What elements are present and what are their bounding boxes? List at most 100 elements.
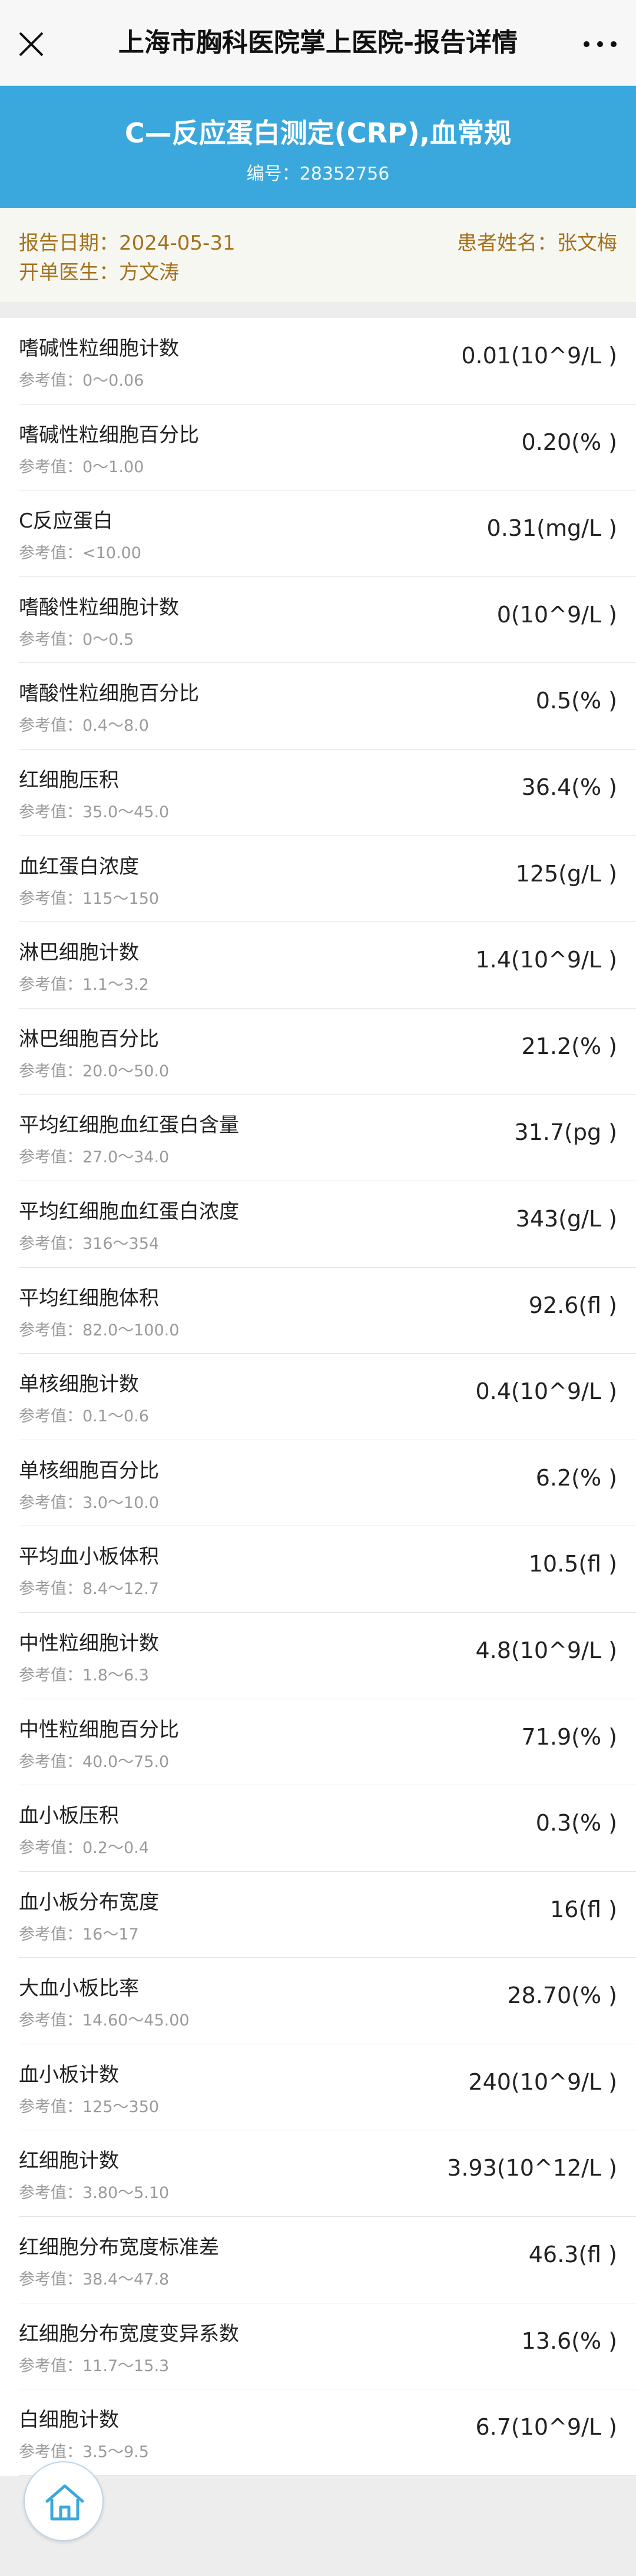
close-icon[interactable]: [15, 28, 47, 60]
result-item: 淋巴细胞计数参考值：1.1～3.2 1.4(10^9/L ): [19, 922, 636, 1009]
result-item: 淋巴细胞百分比参考值：20.0～50.0 21.2(% ): [19, 1009, 636, 1095]
result-item: 单核细胞计数参考值：0.1～0.6 0.4(10^9/L ): [19, 1354, 636, 1440]
item-reference: 参考值：1.1～3.2: [19, 976, 149, 994]
report-date: 报告日期：2024-05-31: [19, 231, 236, 255]
item-value: 36.4(% ): [521, 774, 617, 800]
item-value: 3.93(10^12/L ): [447, 2155, 617, 2182]
result-item: 白细胞计数 参考值：3.5～9.5 6.7(10^9/L ): [19, 2389, 636, 2476]
patient-name: 患者姓名：张文梅: [457, 231, 617, 255]
item-name: 单核细胞百分比: [19, 1458, 159, 1483]
result-item: 中性粒细胞计数参考值：1.8～6.3 4.8(10^9/L ): [19, 1613, 636, 1699]
item-value: 0.20(% ): [521, 429, 617, 455]
item-value: 13.6(% ): [521, 2328, 617, 2354]
item-reference: 参考值：27.0～34.0: [19, 1148, 170, 1167]
result-item: 嗜碱性粒细胞计数参考值：0～0.06 0.01(10^9/L ): [19, 318, 636, 405]
item-name: 红细胞分布宽度标准差: [19, 2236, 219, 2260]
item-value: 31.7(pg ): [514, 1119, 617, 1146]
item-value: 0.4(10^9/L ): [475, 1378, 617, 1405]
result-item: 红细胞分布宽度标准差参考值：38.4～47.8 46.3(fl ): [19, 2217, 636, 2303]
home-icon: [45, 2484, 84, 2521]
item-reference: 参考值：20.0～50.0: [19, 1062, 170, 1080]
item-reference: 参考值：40.0～75.0: [19, 1752, 170, 1771]
result-item: 红细胞压积 参考值：35.0～45.0 36.4(% ): [19, 750, 636, 836]
item-reference: 参考值：1.8～6.3: [19, 1666, 149, 1685]
item-value: 1.4(10^9/L ): [475, 947, 617, 973]
item-name: 血小板计数: [19, 2063, 119, 2087]
page-title: 上海市胸科医院掌上医院-报告详情: [118, 28, 518, 58]
item-reference: 参考值：16～17: [19, 1925, 139, 1944]
item-reference: 参考值：0～0.06: [19, 372, 144, 390]
item-reference: 参考值：35.0～45.0: [19, 803, 170, 821]
ordering-doctor: 开单医生：方文涛: [19, 261, 179, 284]
item-reference: 参考值：3.0～10.0: [19, 1493, 160, 1512]
result-item: 嗜酸性粒细胞百分比参考值：0.4～8.0 0.5(% ): [19, 663, 636, 750]
item-value: 16(fl ): [549, 1896, 617, 1922]
item-name: 平均红细胞体积: [19, 1286, 159, 1310]
result-item: 平均血小板体积 参考值：8.4～12.7 10.5(fl ): [19, 1526, 636, 1613]
item-reference: 参考值：38.4～47.8: [19, 2270, 170, 2289]
item-name: 中性粒细胞计数: [19, 1631, 159, 1655]
item-name: 淋巴细胞百分比: [19, 1027, 159, 1051]
item-reference: 参考值：0.4～8.0: [19, 717, 149, 735]
item-name: 中性粒细胞百分比: [19, 1718, 179, 1742]
result-item: C反应蛋白 参考值：<10.00 0.31(mg/L ): [19, 490, 636, 577]
item-name: 红细胞分布宽度变异系数: [19, 2322, 239, 2346]
item-name: 平均红细胞血红蛋白浓度: [19, 1199, 239, 1224]
more-icon[interactable]: [579, 28, 621, 60]
item-name: 嗜酸性粒细胞百分比: [19, 682, 199, 706]
item-value: 0(10^9/L ): [496, 601, 617, 628]
item-name: 嗜碱性粒细胞百分比: [19, 423, 199, 447]
item-name: 平均血小板体积: [19, 1545, 159, 1569]
item-value: 0.3(% ): [535, 1810, 617, 1836]
result-item: 红细胞分布宽度变异系数 参考值：11.7～15.3 13.6(% ): [19, 2303, 636, 2390]
item-value: 240(10^9/L ): [468, 2068, 617, 2095]
result-item: 血小板计数参考值：125～350 240(10^9/L ): [19, 2044, 636, 2131]
item-reference: 参考值：14.60～45.00: [19, 2011, 190, 2030]
item-reference: 参考值：3.80～5.10: [19, 2184, 170, 2203]
item-name: 嗜酸性粒细胞计数: [19, 595, 179, 619]
result-list: 嗜碱性粒细胞计数参考值：0～0.06 0.01(10^9/L ) 嗜碱性粒细胞百分比…: [0, 318, 636, 2476]
item-name: 血红蛋白浓度: [19, 854, 139, 878]
item-reference: 参考值：316～354: [19, 1234, 160, 1253]
item-value: 46.3(fl ): [528, 2242, 617, 2268]
item-value: 28.70(% ): [507, 1982, 617, 2009]
item-value: 21.2(% ): [521, 1033, 617, 1059]
nav-bar: 上海市胸科医院掌上医院-报告详情: [0, 0, 636, 86]
item-name: 血小板分布宽度: [19, 1890, 159, 1914]
item-name: 大血小板比率: [19, 1977, 139, 2001]
item-name: 嗜碱性粒细胞计数: [19, 337, 179, 360]
item-name: 白细胞计数: [19, 2408, 119, 2432]
item-reference: 参考值：0.2～0.4: [19, 1839, 149, 1858]
info-row-2: 开单医生：方文涛: [19, 256, 617, 286]
result-item: 平均红细胞血红蛋白含量 参考值：27.0～34.0 31.7(pg ): [19, 1095, 636, 1181]
result-item: 中性粒细胞百分比参考值：40.0～75.0 71.9(% ): [19, 1699, 636, 1786]
item-name: 红细胞计数: [19, 2149, 119, 2173]
item-reference: 参考值：82.0～100.0: [19, 1321, 180, 1340]
item-name: C反应蛋白: [19, 509, 113, 533]
item-value: 4.8(10^9/L ): [475, 1637, 617, 1663]
item-value: 71.9(% ): [521, 1723, 617, 1750]
report-title: C—反应蛋白测定(CRP),血常规: [124, 117, 512, 149]
result-item: 血小板压积参考值：0.2～0.4 0.3(% ): [19, 1785, 636, 1872]
result-item: 血红蛋白浓度参考值：115～150 125(g/L ): [19, 836, 636, 923]
item-value: 125(g/L ): [515, 860, 617, 887]
info-row-1: 报告日期：2024-05-31 患者姓名：张文梅: [19, 227, 617, 256]
item-name: 单核细胞计数: [19, 1372, 139, 1397]
item-value: 0.5(% ): [535, 688, 617, 714]
result-item: 平均红细胞血红蛋白浓度 参考值：316～354 343(g/L ): [19, 1181, 636, 1268]
result-item: 血小板分布宽度参考值：16～17 16(fl ): [19, 1872, 636, 1958]
report-number: 编号：28352756: [246, 164, 390, 184]
report-banner: C—反应蛋白测定(CRP),血常规 编号：28352756: [0, 86, 636, 208]
item-value: 10.5(fl ): [528, 1551, 617, 1577]
result-item: 嗜碱性粒细胞百分比 参考值：0～1.00 0.20(% ): [19, 405, 636, 491]
item-reference: 参考值：115～150: [19, 889, 160, 908]
item-reference: 参考值：0.1～0.6: [19, 1407, 149, 1426]
result-item: 单核细胞百分比 参考值：3.0～10.0 6.2(% ): [19, 1440, 636, 1527]
item-value: 0.01(10^9/L ): [461, 343, 617, 369]
item-name: 淋巴细胞计数: [19, 941, 139, 965]
item-name: 血小板压积: [19, 1804, 119, 1828]
home-button[interactable]: [24, 2461, 104, 2541]
item-reference: 参考值：125～350: [19, 2097, 160, 2116]
result-item: 平均红细胞体积 参考值：82.0～100.0 92.6(fl ): [19, 1268, 636, 1354]
item-reference: 参考值：<10.00: [19, 544, 141, 563]
